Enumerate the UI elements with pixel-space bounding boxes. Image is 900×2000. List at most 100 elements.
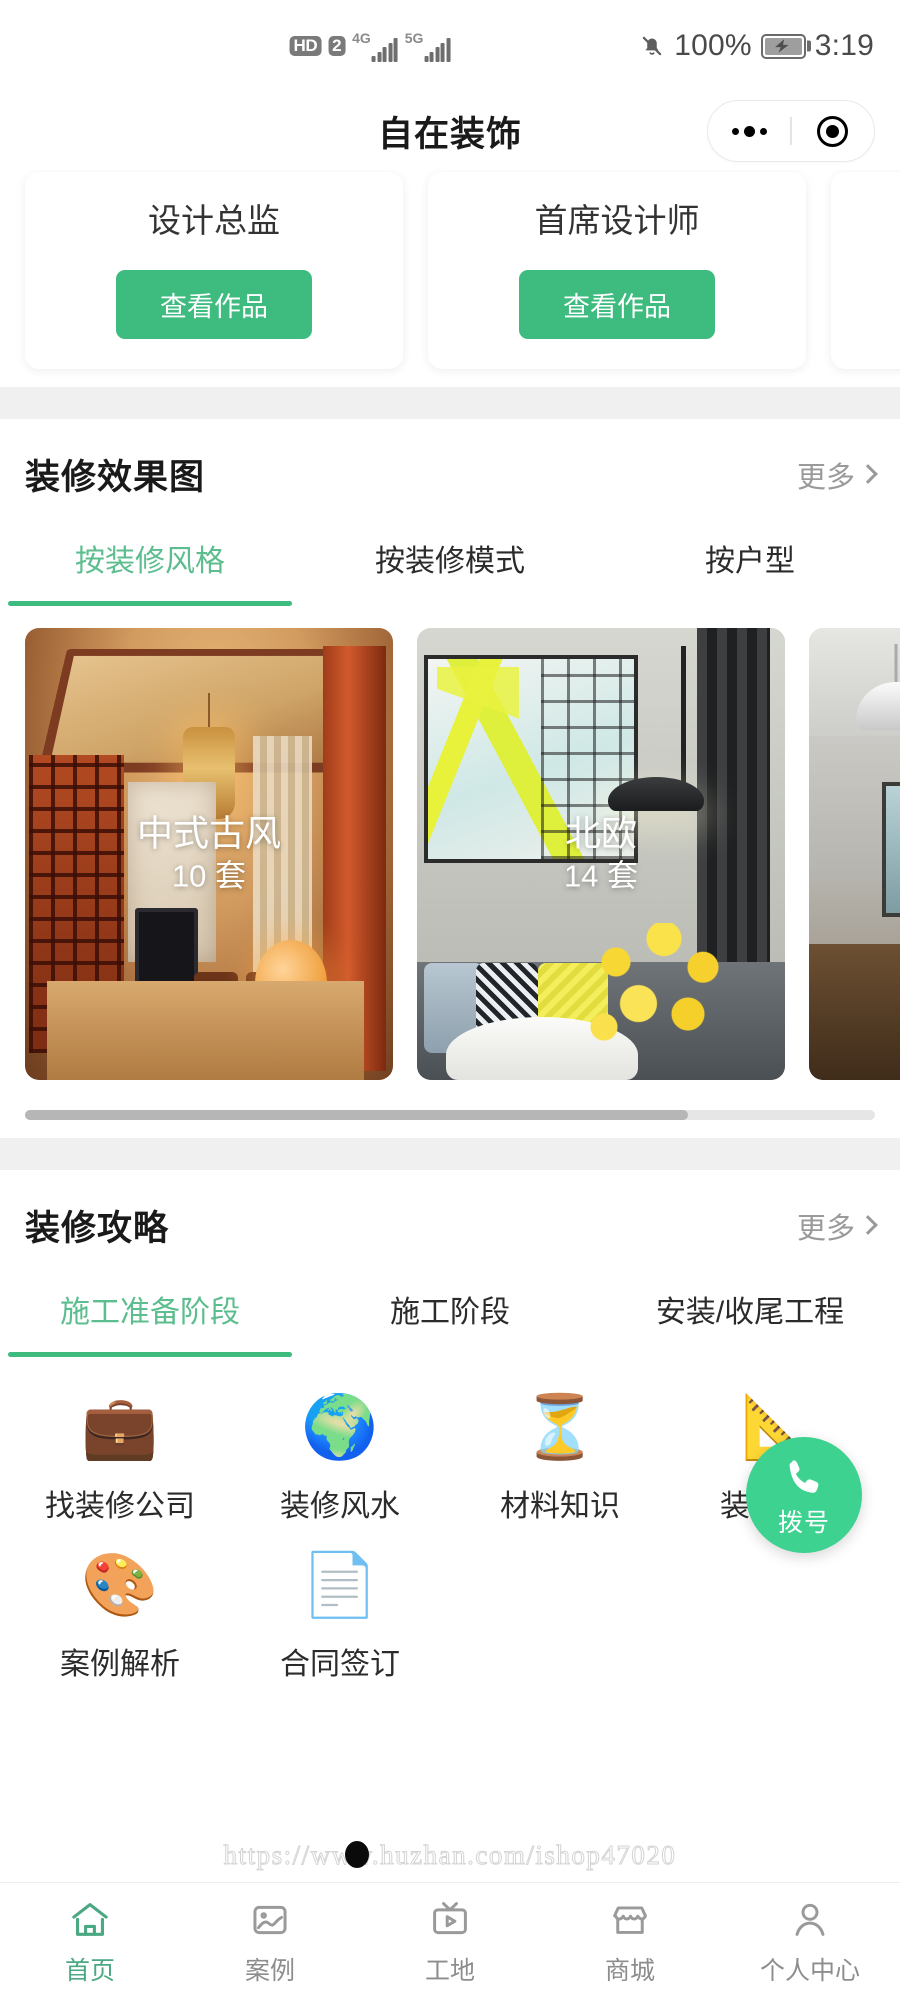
section-title: 装修效果图 <box>25 458 206 497</box>
hd-badge: HD <box>289 35 322 57</box>
view-works-button[interactable]: 查看作品 <box>116 270 312 339</box>
dial-floating-button[interactable]: 拨号 <box>746 1437 862 1553</box>
more-menu-button[interactable] <box>708 101 790 161</box>
status-bar: HD 2 4G 5G 100% 3:19 <box>0 0 900 92</box>
tab-installation-stage[interactable]: 安装/收尾工程 <box>600 1287 900 1357</box>
designer-cards-strip[interactable]: 设计总监 查看作品 首席设计师 查看作品 <box>0 170 900 387</box>
style-strip-scrollbar-row <box>0 1080 900 1138</box>
style-cards-strip[interactable]: 中式古风 10 套 北欧 14 套 <box>0 606 900 1080</box>
target-circle-icon <box>817 115 849 147</box>
guide-item-material-knowledge[interactable]: ⏳ 材料知识 <box>450 1393 670 1525</box>
tab-preparation-stage[interactable]: 施工准备阶段 <box>0 1287 300 1357</box>
tab-by-layout[interactable]: 按户型 <box>600 536 900 606</box>
shop-icon <box>609 1897 651 1943</box>
chevron-right-icon <box>858 463 878 484</box>
guides-icon-grid: 💼 找装修公司 🌍 装修风水 ⏳ 材料知识 📐 装修经验 🎨 案例解析 📄 <box>0 1357 900 1723</box>
chevron-right-icon <box>858 1214 878 1235</box>
home-icon <box>68 1897 112 1943</box>
sim-badge: 2 <box>328 35 346 57</box>
signal-4g: 4G <box>352 30 398 62</box>
renderings-more-link[interactable]: 更多 <box>796 454 878 496</box>
network-type-5g-label: 5G <box>404 30 424 46</box>
designer-card[interactable]: 设计总监 查看作品 <box>25 172 403 369</box>
more-label: 更多 <box>796 461 855 494</box>
horizontal-scrollbar-thumb[interactable] <box>25 1110 688 1120</box>
guide-item-find-company[interactable]: 💼 找装修公司 <box>10 1393 230 1525</box>
style-card-partial[interactable] <box>809 628 900 1080</box>
image-icon <box>249 1897 291 1943</box>
person-icon <box>789 1897 831 1943</box>
bottom-tab-bar: 首页 案例 工地 商城 个人中心 <box>0 1882 900 2000</box>
dining-kitchen-room-image <box>809 628 900 1080</box>
tabbar-item-home[interactable]: 首页 <box>0 1897 180 1987</box>
bell-muted-icon <box>639 31 665 61</box>
tab-by-mode[interactable]: 按装修模式 <box>300 536 600 606</box>
guide-item-label: 材料知识 <box>500 1490 620 1523</box>
tabbar-label: 工地 <box>424 1956 475 1985</box>
video-play-icon <box>429 1897 471 1943</box>
page-title: 自在装饰 <box>377 114 522 154</box>
signal-5g: 5G <box>405 30 451 62</box>
network-type-4g-label: 4G <box>352 30 371 46</box>
phone-icon <box>779 1454 829 1509</box>
palette-icon: 🎨 <box>81 1548 159 1621</box>
guides-section-header: 装修攻略 更多 <box>0 1170 900 1265</box>
dial-button-label: 拨号 <box>777 1509 830 1537</box>
guides-section: 装修攻略 更多 施工准备阶段 施工阶段 安装/收尾工程 💼 找装修公司 🌍 装修… <box>0 1170 900 1723</box>
status-bar-left: HD 2 4G 5G <box>289 30 451 62</box>
wechat-capsule-bar[interactable] <box>707 100 875 162</box>
renderings-section-header: 装修效果图 更多 <box>0 419 900 514</box>
document-icon: 📄 <box>301 1548 379 1621</box>
section-divider <box>0 387 900 419</box>
guide-item-label: 案例解析 <box>60 1648 180 1681</box>
battery-percent-label: 100% <box>674 29 752 62</box>
guide-item-label: 找装修公司 <box>45 1490 195 1523</box>
guide-item-label: 合同签订 <box>280 1648 400 1681</box>
status-bar-right: 100% 3:19 <box>639 29 874 63</box>
tabbar-label: 商城 <box>604 1956 655 1985</box>
clock-label: 3:19 <box>814 29 874 62</box>
close-program-button[interactable] <box>792 101 874 161</box>
tab-construction-stage[interactable]: 施工阶段 <box>300 1287 600 1357</box>
tabbar-item-mall[interactable]: 商城 <box>540 1897 720 1987</box>
section-title: 装修攻略 <box>25 1209 170 1248</box>
tabbar-item-profile[interactable]: 个人中心 <box>720 1897 900 1987</box>
guide-item-contract-signing[interactable]: 📄 合同签订 <box>230 1551 450 1683</box>
designer-card[interactable]: 首席设计师 查看作品 <box>428 172 806 369</box>
tabbar-item-cases[interactable]: 案例 <box>180 1897 360 1987</box>
view-works-button[interactable]: 查看作品 <box>519 270 715 339</box>
mini-program-screen: HD 2 4G 5G 100% 3:19 自在装饰 设计总监 查看作品 首席设计… <box>0 0 900 2000</box>
battery-charging-icon <box>760 33 806 59</box>
designer-role-label: 首席设计师 <box>534 202 700 239</box>
guides-more-link[interactable]: 更多 <box>796 1205 878 1247</box>
site-watermark: https://www.huzhan.com/ishop47020 <box>223 1840 677 1871</box>
briefcase-icon: 💼 <box>81 1390 159 1463</box>
mouse-cursor-dot <box>345 1841 369 1868</box>
guide-item-case-analysis[interactable]: 🎨 案例解析 <box>10 1551 230 1683</box>
tabbar-item-site[interactable]: 工地 <box>360 1897 540 1987</box>
tabbar-label: 案例 <box>244 1956 295 1985</box>
tabbar-label: 首页 <box>64 1956 115 1985</box>
guide-item-label: 装修风水 <box>280 1490 400 1523</box>
tabbar-label: 个人中心 <box>759 1956 860 1985</box>
more-dots-icon <box>731 125 767 137</box>
section-divider <box>0 1138 900 1170</box>
app-header: 自在装饰 <box>0 92 900 170</box>
renderings-tabs[interactable]: 按装修风格 按装修模式 按户型 <box>0 514 900 606</box>
horizontal-scrollbar-track[interactable] <box>25 1110 875 1120</box>
style-card[interactable]: 中式古风 10 套 <box>25 628 393 1080</box>
more-label: 更多 <box>796 1212 855 1245</box>
designer-card-partial[interactable] <box>831 172 900 369</box>
designer-role-label: 设计总监 <box>148 202 280 239</box>
guides-tabs[interactable]: 施工准备阶段 施工阶段 安装/收尾工程 <box>0 1265 900 1357</box>
hourglass-icon: ⏳ <box>521 1390 599 1463</box>
chinese-traditional-room-image <box>25 628 393 1080</box>
renderings-section: 装修效果图 更多 按装修风格 按装修模式 按户型 中式古风 10 套 北欧 14… <box>0 419 900 1138</box>
guide-item-feng-shui[interactable]: 🌍 装修风水 <box>230 1393 450 1525</box>
nordic-living-room-image <box>417 628 785 1080</box>
style-card[interactable]: 北欧 14 套 <box>417 628 785 1080</box>
globe-icon: 🌍 <box>301 1390 379 1463</box>
signal-bars-icon <box>371 38 398 62</box>
signal-bars-icon <box>424 38 451 62</box>
tab-by-style[interactable]: 按装修风格 <box>0 536 300 606</box>
